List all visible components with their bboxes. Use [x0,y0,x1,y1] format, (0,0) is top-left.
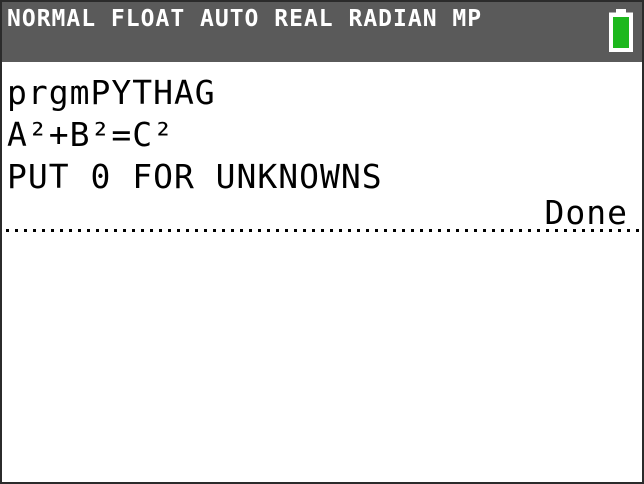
formula-line: A²+B²=C² [7,115,174,154]
done-result: Done [544,193,628,232]
battery-fill [613,17,629,48]
battery-icon [609,9,633,52]
home-screen[interactable]: prgmPYTHAG A²+B²=C² PUT 0 FOR UNKNOWNS D… [2,62,642,482]
status-bar: NORMAL FLOAT AUTO REAL RADIAN MP [2,2,642,62]
calculator-screen: NORMAL FLOAT AUTO REAL RADIAN MP prgmPYT… [0,0,644,484]
program-name-line: prgmPYTHAG [7,73,216,112]
instruction-line: PUT 0 FOR UNKNOWNS [7,157,383,196]
dotted-separator [6,229,639,232]
mode-status-text: NORMAL FLOAT AUTO REAL RADIAN MP [7,6,483,32]
